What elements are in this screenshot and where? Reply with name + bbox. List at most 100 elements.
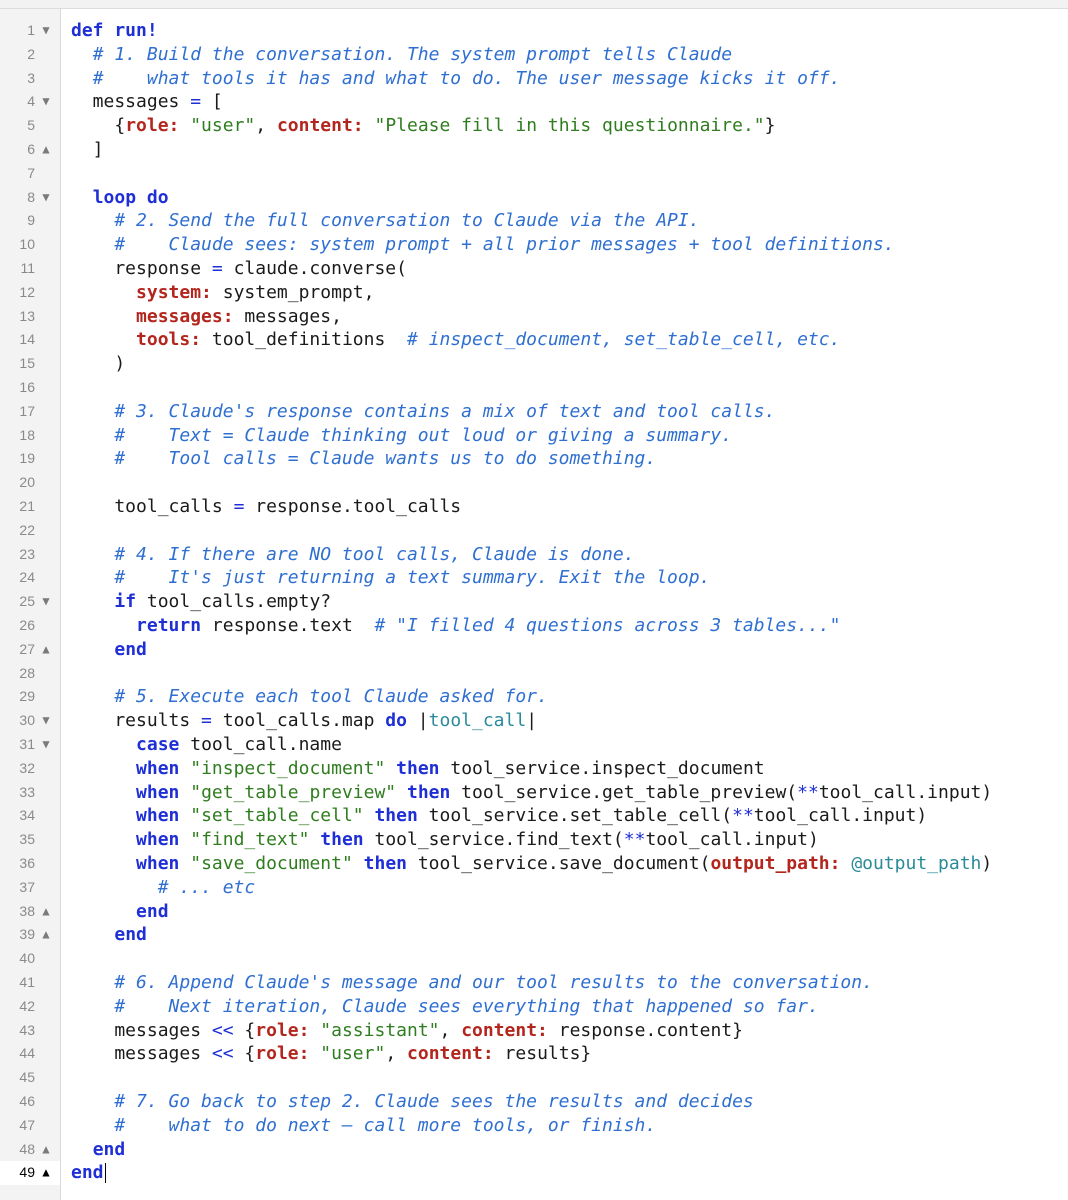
code-token: "user"	[190, 115, 256, 137]
code-line[interactable]: {role: "user", content: "Please fill in …	[71, 114, 775, 138]
code-line[interactable]: end	[71, 638, 147, 662]
line-number: 21	[19, 498, 35, 514]
code-area[interactable]: def run! # 1. Build the conversation. Th…	[61, 9, 1068, 1200]
code-line[interactable]: # what tools it has and what to do. The …	[71, 67, 841, 91]
code-line[interactable]: # 7. Go back to step 2. Claude sees the …	[71, 1090, 753, 1114]
code-line[interactable]: if tool_calls.empty?	[71, 590, 331, 614]
code-token: response.text	[201, 615, 375, 636]
code-line[interactable]: ]	[71, 138, 104, 162]
code-line[interactable]: # ... etc	[71, 876, 256, 900]
code-line[interactable]: # 3. Claude's response contains a mix of…	[71, 400, 775, 424]
code-line[interactable]: # It's just returning a text summary. Ex…	[71, 566, 710, 590]
code-line[interactable]: when "get_table_preview" then tool_servi…	[71, 781, 992, 805]
line-number: 14	[19, 331, 35, 348]
code-line[interactable]: # 4. If there are NO tool calls, Claude …	[71, 543, 635, 567]
fold-end-icon[interactable]: ▲	[39, 1161, 53, 1185]
code-token: role:	[125, 115, 180, 137]
code-line[interactable]: end	[71, 923, 147, 947]
code-token: tools:	[136, 329, 202, 351]
line-number-row: 34	[0, 804, 60, 828]
fold-collapse-icon[interactable]: ▼	[39, 709, 53, 733]
fold-collapse-icon[interactable]: ▼	[39, 90, 53, 114]
line-number: 34	[19, 807, 35, 824]
code-line[interactable]: # Text = Claude thinking out loud or giv…	[71, 424, 732, 448]
line-number-row: 6 ▲	[0, 138, 60, 162]
code-line[interactable]: when "find_text" then tool_service.find_…	[71, 828, 819, 852]
line-number-row: 26	[0, 614, 60, 638]
code-line[interactable]: tools: tool_definitions # inspect_docume…	[71, 328, 840, 352]
fold-collapse-icon[interactable]: ▼	[39, 186, 53, 210]
code-line[interactable]: messages << {role: "assistant", content:…	[71, 1019, 743, 1043]
code-token: end	[114, 638, 147, 660]
code-line[interactable]: def run!	[71, 19, 158, 43]
line-number-row: 30 ▼	[0, 709, 60, 733]
line-number: 7	[27, 164, 35, 181]
code-token: case	[136, 734, 180, 755]
code-line[interactable]: # 6. Append Claude's message and our too…	[71, 971, 873, 995]
code-token: then	[374, 805, 418, 827]
line-number-row: 32	[0, 757, 60, 781]
fold-collapse-icon[interactable]: ▼	[39, 19, 53, 43]
code-line[interactable]: # what to do next — call more tools, or …	[71, 1114, 656, 1138]
code-line[interactable]: # Claude sees: system prompt + all prior…	[71, 233, 894, 257]
fold-end-icon[interactable]: ▲	[39, 138, 53, 162]
code-token: # 4. If there are NO tool calls, Claude …	[114, 543, 635, 565]
code-editor[interactable]: 1 ▼ 2 3 4 ▼ 5 6 ▲ 7 8 ▼ 9 10 11 12 13 14 15 16 17 18 19 20 21 22 2…	[0, 0, 1068, 1200]
line-number-row: 33	[0, 781, 60, 805]
code-line[interactable]: end	[71, 900, 169, 924]
code-line[interactable]: when "set_table_cell" then tool_service.…	[71, 804, 927, 828]
code-line[interactable]: end	[71, 1138, 126, 1162]
code-token: tool_service.save_document(	[407, 853, 711, 874]
fold-collapse-icon[interactable]: ▼	[39, 733, 53, 757]
code-line[interactable]: case tool_call.name	[71, 733, 342, 757]
fold-end-icon[interactable]: ▲	[39, 900, 53, 924]
fold-end-icon[interactable]: ▲	[39, 638, 53, 662]
code-line[interactable]: messages: messages,	[71, 305, 342, 329]
fold-end-icon[interactable]: ▲	[39, 1138, 53, 1162]
code-line[interactable]: end	[71, 1161, 107, 1185]
code-line[interactable]: )	[71, 352, 125, 376]
code-line[interactable]: # 1. Build the conversation. The system …	[71, 43, 732, 67]
code-token: then	[363, 853, 407, 874]
code-line[interactable]: # Tool calls = Claude wants us to do som…	[71, 447, 656, 471]
code-line[interactable]: when "save_document" then tool_service.s…	[71, 852, 992, 876]
line-number: 8	[27, 188, 35, 205]
line-number-row: 19	[0, 447, 60, 471]
code-line[interactable]: messages = [	[71, 90, 223, 114]
code-line[interactable]: tool_calls = response.tool_calls	[71, 495, 461, 519]
code-line[interactable]: loop do	[71, 186, 169, 210]
code-token: end	[92, 1138, 126, 1160]
code-line[interactable]: # 2. Send the full conversation to Claud…	[71, 209, 699, 233]
fold-collapse-icon[interactable]: ▼	[39, 590, 53, 614]
code-token: # 6. Append Claude's message and our too…	[114, 972, 873, 993]
code-line[interactable]: results = tool_calls.map do |tool_call|	[71, 709, 537, 733]
fold-end-icon[interactable]: ▲	[39, 923, 53, 947]
code-line[interactable]: # 5. Execute each tool Claude asked for.	[71, 685, 547, 709]
code-token: tool_call	[428, 710, 527, 732]
code-line[interactable]: return response.text # "I filled 4 quest…	[71, 614, 840, 638]
code-token: tool_call.name	[179, 734, 342, 755]
code-token: output_path:	[710, 853, 841, 874]
code-line[interactable]: messages << {role: "user", content: resu…	[71, 1042, 591, 1066]
line-number: 38	[19, 902, 35, 919]
code-token: loop do	[92, 186, 169, 208]
line-number: 28	[19, 664, 35, 681]
code-line[interactable]: response = claude.converse(	[71, 257, 407, 281]
line-number-row: 7	[0, 162, 60, 186]
code-line[interactable]: # Next iteration, Claude sees everything…	[71, 995, 818, 1019]
code-token: tool_call.input)	[818, 781, 993, 803]
code-token: # It's just returning a text summary. Ex…	[114, 567, 711, 589]
code-line[interactable]: system: system_prompt,	[71, 281, 374, 305]
line-number: 10	[19, 236, 35, 253]
code-line[interactable]: when "inspect_document" then tool_servic…	[71, 757, 765, 781]
line-number: 48	[19, 1140, 35, 1157]
